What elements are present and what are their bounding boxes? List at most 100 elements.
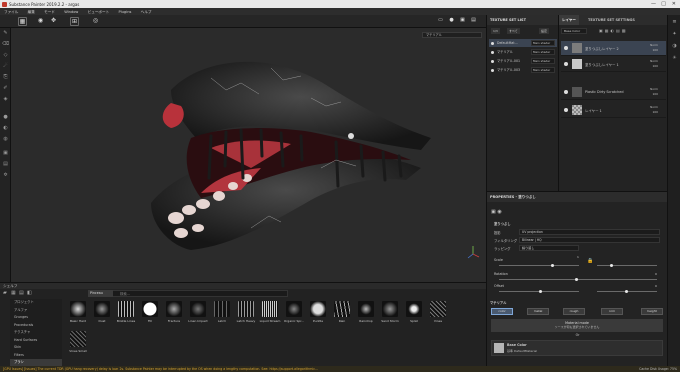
category-hard-surfaces[interactable]: Hard Surfaces [10,337,62,345]
projection-icon[interactable]: ◇ [2,52,9,59]
channel-metal-chip[interactable]: metal [527,308,549,315]
rotation-knob[interactable] [575,278,578,281]
menu-file[interactable]: ファイル [0,8,22,15]
shelf-item[interactable]: Basic Hard [66,301,90,323]
category-project[interactable]: プロジェクト [10,299,62,307]
channel-rough-chip[interactable]: rough [563,308,585,315]
target-icon[interactable]: ◎ [91,17,100,26]
fill-tab-icons[interactable]: ▣ ◉ [491,209,502,215]
render-icon[interactable]: ▤ [469,17,478,26]
settings-icon[interactable]: ✲ [2,172,9,179]
base-color-swatch[interactable] [494,343,504,353]
list-view-icon[interactable]: ▤ [19,290,24,296]
fill-icon[interactable]: ◐ [2,125,9,132]
texture-set-settings-button[interactable]: 設定 [539,28,550,34]
layer-view-icon[interactable]: ▣ [2,150,9,157]
shelf-item[interactable]: Linen Impact [186,301,210,323]
channel-color-chip[interactable]: color [491,308,513,315]
picker-icon[interactable]: ✐ [2,85,9,92]
picker-color-icon[interactable]: ◍ [2,136,9,143]
geometry-mask-icon[interactable]: ● [2,114,9,121]
texture-set-all-button[interactable]: すべて [507,28,520,34]
offset-knob-u[interactable] [539,290,542,293]
minimize-button[interactable]: — [651,1,656,7]
screenshot-icon[interactable]: ▣ [458,17,467,26]
channel-nrm-chip[interactable]: nrm [601,308,623,315]
folder-icon[interactable]: ▰ [3,290,7,296]
channel-height-chip[interactable]: height [641,308,663,315]
visibility-icon[interactable] [564,62,568,66]
brush-align-icon[interactable]: ✥ [49,17,58,26]
viewport-3d[interactable]: マテリアル [11,28,486,282]
texture-set-row[interactable]: マテリアル.001 Main shader [489,57,557,65]
category-textures[interactable]: テクスチャ [10,329,62,337]
shelf-item[interactable]: Sand Storm [378,301,402,323]
shelf-item[interactable]: Vines [426,301,450,323]
camera-view-icon[interactable]: ● [447,17,456,26]
visibility-icon[interactable] [491,41,494,45]
display-settings-icon[interactable]: ▭ [436,17,445,26]
menu-mode[interactable]: モード [40,8,59,15]
tab-layers[interactable]: レイヤー [559,15,579,25]
texture-set-row[interactable]: DefaultMat... Main shader [489,39,557,47]
scale-knob-v[interactable] [610,264,613,267]
channel-select[interactable]: Base Color [561,28,587,34]
shelf-item[interactable]: Latch [210,301,234,323]
dual-view-icon[interactable]: ▤ [2,161,9,168]
menu-help[interactable]: ヘルプ [137,8,156,15]
shelf-search-input[interactable]: 検索... [88,290,288,297]
clone-icon[interactable]: ⎘ [2,74,9,81]
layer-row[interactable]: レイヤー 1 Norm 100 [561,103,666,118]
shelf-item[interactable]: Latch Heavy [234,301,258,323]
menu-plugins[interactable]: Plugins [114,8,135,14]
grid-view-icon[interactable]: ▦ [11,290,16,296]
scale-knob-u[interactable] [551,264,554,267]
maximize-button[interactable]: □ [661,1,666,7]
base-color-box[interactable]: Base Color 基準 DefaultMaterial [491,340,663,356]
visibility-icon[interactable] [564,108,568,112]
texture-set-row[interactable]: マテリアル Main shader [489,48,557,56]
layer-tool-icons[interactable]: ▣▦◐▤▩ [599,28,628,33]
smudge-icon[interactable]: ☄ [2,63,9,70]
shelf-item[interactable]: Fill [138,301,162,323]
display-icon[interactable]: ◑ [671,43,678,50]
scale-slider-v[interactable] [597,265,657,266]
category-filters[interactable]: Filters [10,352,62,360]
layer-row[interactable]: Plastic Dirty Scratched Norm 100 [561,85,666,100]
category-procedurals[interactable]: Procedurals [10,322,62,330]
close-button[interactable]: ✕ [672,1,676,7]
eraser-icon[interactable]: ⌫ [2,41,9,48]
visibility-icon[interactable] [564,46,568,50]
menu-viewport[interactable]: ビューポート [84,8,114,15]
texture-set-count[interactable]: 1/3 [491,28,500,34]
shelf-item[interactable]: Splat [402,301,426,323]
visibility-icon[interactable] [491,50,494,54]
camera-icon[interactable]: ◉ [36,17,45,26]
visibility-icon[interactable] [491,59,494,63]
rotation-slider[interactable] [499,279,657,280]
shelf-item[interactable]: Dust [90,301,114,323]
brush-icon[interactable]: ✎ [2,30,9,37]
lock-icon[interactable]: 🔒 [587,258,593,264]
shelf-item[interactable]: Bristle Lines [114,301,138,323]
projection-select[interactable]: UV projection [519,229,660,235]
shelf-item[interactable]: Raindrop [354,301,378,323]
import-icon[interactable]: ◧ [27,290,32,296]
category-alpha[interactable]: アルファ [10,307,62,315]
shelf-item[interactable]: Puddle [306,301,330,323]
category-skin[interactable]: Skin [10,344,62,352]
layer-row[interactable]: 塗りつぶしレイヤー 1 Norm 100 [561,57,666,72]
wrap-select[interactable]: 繰り返し [519,245,579,251]
texture-set-row[interactable]: マテリアル.003 Main shader [489,66,557,74]
shelf-item[interactable]: Liquid Stream [258,301,282,323]
polyfill-icon[interactable]: ◈ [2,96,9,103]
menu-window[interactable]: Window [60,8,82,14]
material-mode-box[interactable]: Material mode ソースが何も選択されていません [491,319,663,332]
visibility-icon[interactable] [564,90,568,94]
symmetry-grid-icon[interactable]: ▦ [18,17,27,26]
shelf-item[interactable]: Vines Small [66,331,90,353]
scale-slider-u[interactable] [499,265,579,266]
mirror-icon[interactable]: ⊞ [70,17,79,26]
shelf-filter-chip[interactable]: Pinceau [88,290,113,297]
offset-knob-v[interactable] [625,290,628,293]
